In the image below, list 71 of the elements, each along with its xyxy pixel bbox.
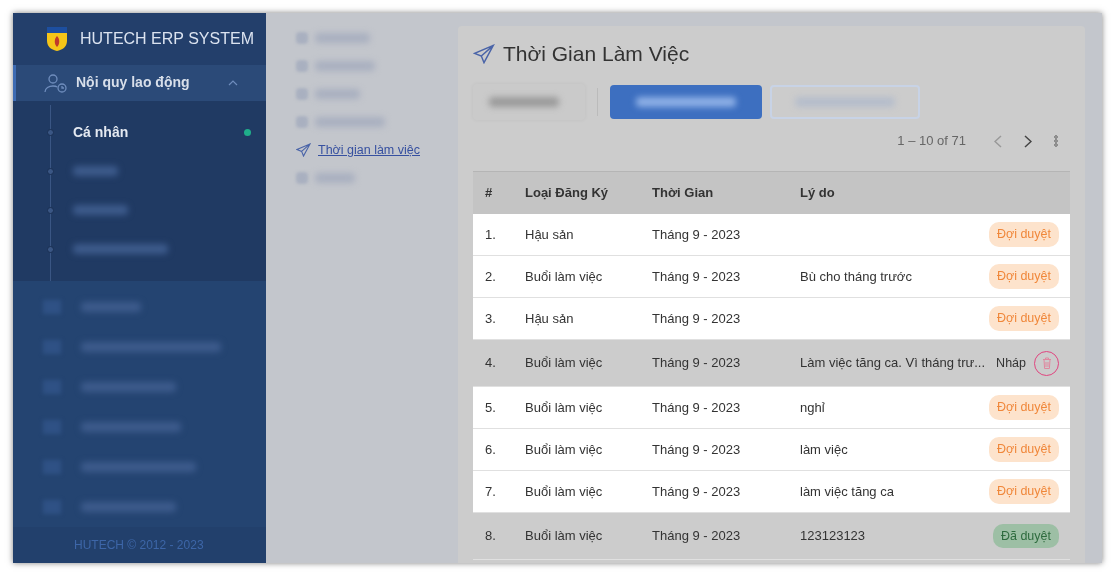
status-badge: Đợi duyệt: [988, 264, 1059, 289]
table-cell: Buổi làm việc: [525, 528, 603, 544]
table-cell: Tháng 9 - 2023: [652, 355, 741, 371]
table-cell: 5.: [485, 399, 496, 415]
table-cell: làm việc: [800, 441, 848, 457]
more-icon[interactable]: [1054, 135, 1058, 147]
menu-item[interactable]: Nội quy lao động: [13, 64, 266, 101]
page-title: Thời Gian Làm Việc: [503, 41, 690, 68]
table-cell: 3.: [485, 310, 496, 326]
column-header: #: [485, 185, 493, 201]
table-cell: 2.: [485, 268, 496, 284]
table-cell: 1.: [485, 226, 496, 242]
table-cell: Bù cho tháng trước: [800, 268, 912, 284]
table-cell: Tháng 9 - 2023: [652, 441, 741, 457]
table-cell: 8.: [485, 528, 496, 544]
status-badge: Đợi duyệt: [988, 395, 1059, 420]
table-cell: Buổi làm việc: [525, 268, 603, 284]
pagination-range: 1 – 10 of 71: [897, 132, 966, 151]
status-badge: Đợi duyệt: [988, 306, 1059, 331]
blurred-button[interactable]: [770, 85, 920, 119]
status-badge: Đợi duyệt: [988, 222, 1059, 247]
table-cell: Tháng 9 - 2023: [652, 399, 741, 415]
table-cell: nghỉ: [800, 399, 825, 415]
column-header: Thời Gian: [652, 185, 714, 201]
table-cell: Làm việc tăng ca. Vì tháng trư...: [800, 355, 985, 371]
status-label: Nháp: [996, 354, 1026, 372]
brand-title: HUTECH ERP SYSTEM: [80, 29, 254, 49]
subnav-label: Thời gian làm việc: [318, 141, 420, 159]
paper-plane-icon: [473, 44, 495, 64]
table-cell: Tháng 9 - 2023: [652, 310, 741, 326]
table-cell: làm việc tăng ca: [800, 483, 894, 499]
table-cell: Hậu sản: [525, 226, 574, 242]
table-cell: Tháng 9 - 2023: [652, 528, 741, 544]
chevron-right-icon[interactable]: [1024, 134, 1032, 148]
status-badge: Đợi duyệt: [988, 437, 1059, 462]
column-header: Loại Đăng Ký: [525, 185, 609, 201]
table-cell: Buổi làm việc: [525, 483, 603, 499]
table-cell: Hậu sản: [525, 310, 574, 326]
blurred-icon: [296, 60, 308, 72]
blurred-label: [489, 97, 559, 107]
trash-icon: [1041, 357, 1052, 369]
blurred-icon: [296, 32, 308, 44]
chevron-left-icon[interactable]: [994, 134, 1002, 148]
user-clock-icon: [44, 72, 68, 93]
chevron-icon: [228, 79, 238, 86]
blurred-label: [73, 166, 118, 177]
subnav-item[interactable]: Thời gian làm việc: [296, 136, 449, 164]
table-cell: Tháng 9 - 2023: [652, 226, 741, 242]
shield-logo-icon: [46, 26, 68, 52]
blurred-icon: [296, 116, 308, 128]
table-cell: 4.: [485, 355, 496, 371]
table-cell: Tháng 9 - 2023: [652, 268, 741, 284]
table-cell: 6.: [485, 441, 496, 457]
blurred-dropdown[interactable]: [473, 84, 585, 120]
menu-label: Nội quy lao động: [76, 73, 191, 93]
submenu-label: Cá nhân: [73, 124, 129, 141]
status-badge: Đợi duyệt: [988, 479, 1059, 504]
footer-copyright: HUTECH © 2012 - 2023: [74, 537, 204, 554]
blurred-label: [73, 205, 128, 216]
column-header: Lý do: [800, 185, 835, 201]
blurred-icon: [296, 88, 308, 100]
table-cell: 7.: [485, 483, 496, 499]
table-cell: Tháng 9 - 2023: [652, 483, 741, 499]
table-cell: 123123123: [800, 528, 866, 544]
table-cell: Buổi làm việc: [525, 441, 603, 457]
blurred-icon: [296, 172, 308, 184]
table-cell: Buổi làm việc: [525, 399, 603, 415]
status-badge: Đã duyệt: [992, 523, 1059, 549]
table-cell: Buổi làm việc: [525, 355, 603, 371]
paper-plane-icon: [296, 143, 311, 157]
blurred-button[interactable]: [610, 85, 762, 119]
